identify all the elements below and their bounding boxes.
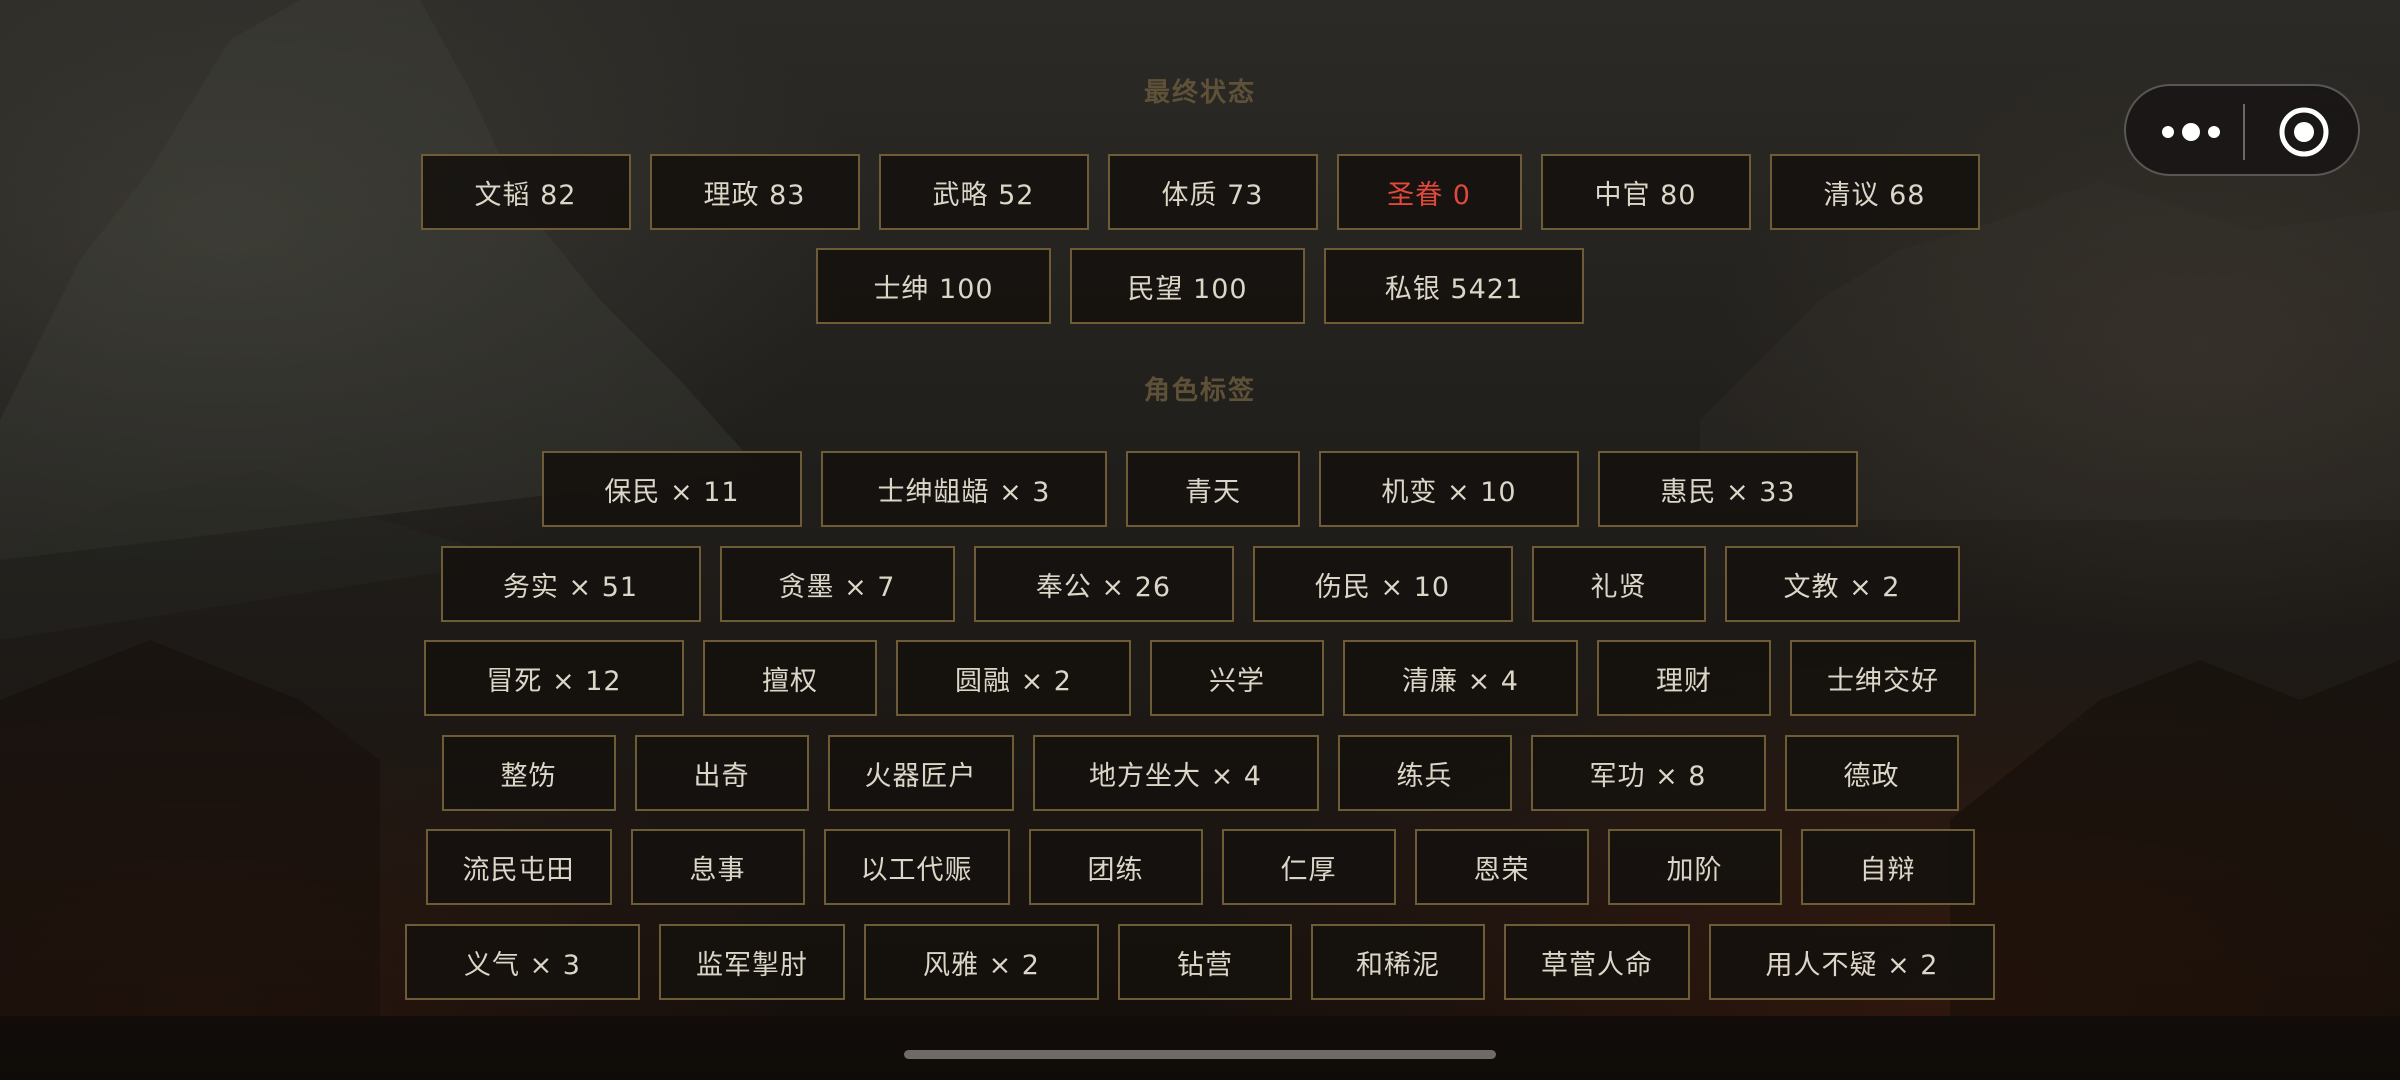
- bottom-shade: [0, 1016, 2400, 1080]
- stat-box: 清议 68: [1769, 154, 1980, 230]
- role-tag: 青天: [1126, 451, 1300, 527]
- tag-row-2: 务实 × 51 贪墨 × 7 奉公 × 26 伤民 × 10 礼贤 文教 × 2: [0, 546, 2400, 622]
- role-tag: 保民 × 11: [542, 451, 802, 527]
- role-tag: 和稀泥: [1311, 924, 1485, 1000]
- tag-row-5: 流民屯田 息事 以工代赈 团练 仁厚 恩荣 加阶 自辩: [0, 829, 2400, 905]
- role-tag: 惠民 × 33: [1598, 451, 1858, 527]
- role-tag: 理财: [1597, 640, 1771, 716]
- role-tag: 流民屯田: [425, 829, 612, 905]
- role-tag: 恩荣: [1414, 829, 1589, 905]
- role-tag: 练兵: [1337, 735, 1512, 811]
- role-tag: 冒死 × 12: [424, 640, 684, 716]
- role-tag: 机变 × 10: [1319, 451, 1579, 527]
- role-tag: 贪墨 × 7: [719, 546, 955, 622]
- role-tag: 圆融 × 2: [896, 640, 1131, 716]
- role-tag: 钻营: [1118, 924, 1292, 1000]
- role-tag: 风雅 × 2: [864, 924, 1099, 1000]
- role-tag: 士绅龃龉 × 3: [821, 451, 1107, 527]
- role-tag: 草菅人命: [1504, 924, 1690, 1000]
- role-tag: 务实 × 51: [440, 546, 701, 622]
- role-tag: 伤民 × 10: [1252, 546, 1513, 622]
- role-tag: 出奇: [634, 735, 809, 811]
- role-tag: 自辩: [1800, 829, 1975, 905]
- role-tag: 以工代赈: [823, 829, 1010, 905]
- stat-box: 理政 83: [649, 154, 860, 230]
- role-tag: 团练: [1028, 829, 1203, 905]
- role-tag: 加阶: [1607, 829, 1782, 905]
- role-tag: 军功 × 8: [1530, 735, 1766, 811]
- stat-box: 文韬 82: [420, 154, 631, 230]
- role-tag: 礼贤: [1531, 546, 1706, 622]
- role-tag: 兴学: [1150, 640, 1324, 716]
- stat-box-highlighted: 圣眷 0: [1336, 154, 1522, 230]
- home-indicator[interactable]: [904, 1050, 1496, 1059]
- role-tag: 清廉 × 4: [1343, 640, 1578, 716]
- role-tag: 火器匠户: [827, 735, 1014, 811]
- capsule-divider: [2243, 104, 2245, 160]
- stat-box: 武略 52: [878, 154, 1089, 230]
- stat-box: 民望 100: [1070, 248, 1305, 324]
- stat-box: 中官 80: [1540, 154, 1751, 230]
- role-tag: 监军掣肘: [659, 924, 845, 1000]
- role-tags-title: 角色标签: [1143, 376, 1256, 406]
- role-tag: 文教 × 2: [1724, 546, 1960, 622]
- stat-box: 士绅 100: [816, 248, 1051, 324]
- role-tag: 德政: [1784, 735, 1959, 811]
- tag-row-3: 冒死 × 12 擅权 圆融 × 2 兴学 清廉 × 4 理财 士绅交好: [0, 640, 2400, 716]
- role-tag: 奉公 × 26: [973, 546, 1234, 622]
- tag-row-1: 保民 × 11 士绅龃龉 × 3 青天 机变 × 10 惠民 × 33: [0, 451, 2400, 527]
- stats-row-1: 文韬 82 理政 83 武略 52 体质 73 圣眷 0 中官 80 清议 68: [0, 154, 2400, 230]
- capsule-menu: [2124, 84, 2360, 176]
- role-tag: 义气 × 3: [405, 924, 640, 1000]
- role-tag: 息事: [630, 829, 805, 905]
- role-tag: 仁厚: [1221, 829, 1396, 905]
- role-tag: 整饬: [441, 735, 616, 811]
- stats-row-2: 士绅 100 民望 100 私银 5421: [0, 248, 2400, 324]
- role-tag: 用人不疑 × 2: [1709, 924, 1995, 1000]
- tag-row-6: 义气 × 3 监军掣肘 风雅 × 2 钻营 和稀泥 草菅人命 用人不疑 × 2: [0, 924, 2400, 1000]
- final-state-title: 最终状态: [1143, 78, 1256, 108]
- tag-row-4: 整饬 出奇 火器匠户 地方坐大 × 4 练兵 军功 × 8 德政: [0, 735, 2400, 811]
- stat-box: 私银 5421: [1324, 248, 1584, 324]
- game-screen: 最终状态 文韬 82 理政 83 武略 52 体质 73 圣眷 0 中官 80 …: [0, 0, 2400, 1080]
- stat-box: 体质 73: [1107, 154, 1318, 230]
- more-dots-icon[interactable]: [2152, 108, 2230, 156]
- role-tag: 擅权: [703, 640, 877, 716]
- role-tag: 士绅交好: [1790, 640, 1976, 716]
- target-circle-icon[interactable]: [2278, 106, 2330, 158]
- role-tag: 地方坐大 × 4: [1032, 735, 1319, 811]
